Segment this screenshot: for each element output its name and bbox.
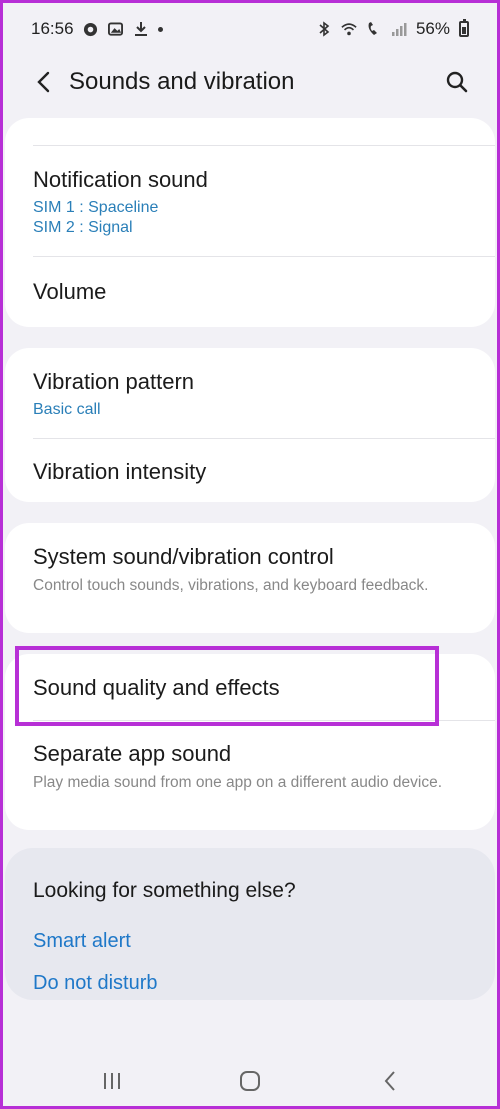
notification-sound-title: Notification sound xyxy=(33,167,208,192)
download-icon xyxy=(133,21,149,37)
bluetooth-icon xyxy=(316,21,332,37)
suggestions-card: Looking for something else? Smart alert … xyxy=(5,848,495,1000)
notification-sound-item[interactable]: Notification sound SIM 1 : Spaceline SIM… xyxy=(33,166,475,238)
separate-app-sound-description: Play media sound from one app on a diffe… xyxy=(33,774,443,791)
wifi-calling-icon xyxy=(366,21,382,37)
volume-item[interactable]: Volume xyxy=(33,278,475,306)
status-left: 16:56 xyxy=(31,19,163,39)
status-right: 56% xyxy=(316,19,469,39)
gallery-notification-icon xyxy=(108,21,124,37)
separate-app-sound-item[interactable]: Separate app sound Play media sound from… xyxy=(33,740,455,793)
system-control-title: System sound/vibration control xyxy=(33,544,334,569)
home-icon[interactable] xyxy=(235,1067,265,1095)
smart-alert-link[interactable]: Smart alert xyxy=(33,930,131,953)
vibration-intensity-item[interactable]: Vibration intensity xyxy=(33,458,475,486)
vibration-pattern-title: Vibration pattern xyxy=(33,369,195,394)
system-control-card: System sound/vibration control Control t… xyxy=(5,523,495,633)
battery-percent: 56% xyxy=(415,19,450,38)
recents-icon[interactable] xyxy=(97,1067,127,1095)
sim2-sound-value: SIM 2 : Signal xyxy=(33,219,133,236)
status-time: 16:56 xyxy=(31,19,74,38)
sound-card: Notification sound SIM 1 : Spaceline SIM… xyxy=(5,118,495,327)
wifi-icon xyxy=(341,21,357,37)
divider xyxy=(33,438,495,439)
more-notifications-icon xyxy=(157,26,163,32)
vibration-pattern-value: Basic call xyxy=(33,401,101,418)
system-control-item[interactable]: System sound/vibration control Control t… xyxy=(33,543,455,596)
separate-app-sound-title: Separate app sound xyxy=(33,741,232,766)
sim1-sound-value: SIM 1 : Spaceline xyxy=(33,199,159,216)
battery-icon xyxy=(459,19,469,37)
vibration-intensity-title: Vibration intensity xyxy=(33,459,207,484)
page-title: Sounds and vibration xyxy=(69,68,295,95)
volume-title: Volume xyxy=(33,279,107,304)
divider xyxy=(33,145,495,146)
vibration-pattern-item[interactable]: Vibration pattern Basic call xyxy=(33,368,475,420)
search-icon[interactable] xyxy=(443,68,471,96)
vibration-card: Vibration pattern Basic call Vibration i… xyxy=(5,348,495,502)
nav-back-icon[interactable] xyxy=(375,1067,405,1095)
back-arrow-icon[interactable] xyxy=(31,69,55,95)
instagram-notification-icon xyxy=(83,21,99,37)
do-not-disturb-link[interactable]: Do not disturb xyxy=(33,972,158,995)
suggestions-title: Looking for something else? xyxy=(33,879,296,902)
navigation-bar xyxy=(3,1053,497,1109)
signal-icon xyxy=(391,21,407,37)
app-bar: Sounds and vibration xyxy=(3,55,497,111)
status-bar: 16:56 56% xyxy=(3,3,497,55)
highlight-box xyxy=(15,646,439,726)
divider xyxy=(33,256,495,257)
system-control-description: Control touch sounds, vibrations, and ke… xyxy=(33,577,429,594)
